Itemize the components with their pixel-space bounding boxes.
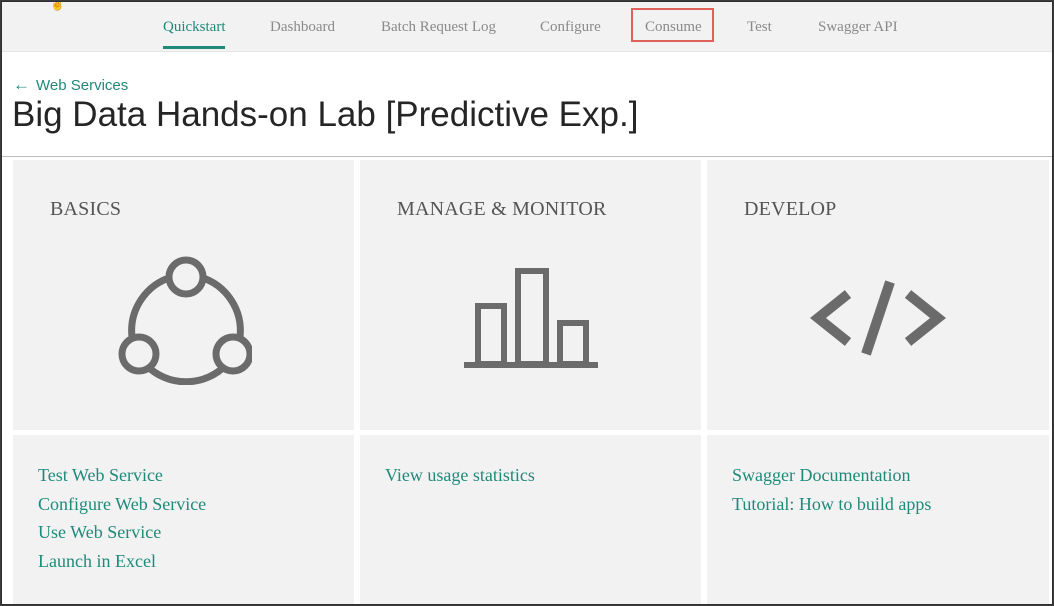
header-divider — [2, 156, 1052, 157]
mouse-cursor-icon: ☝ — [50, 1, 65, 11]
back-link-label: Web Services — [36, 77, 129, 94]
manage-monitor-tile: MANAGE & MONITOR — [360, 160, 701, 430]
tab-swagger-api[interactable]: Swagger API — [818, 19, 898, 36]
page-title: Big Data Hands-on Lab [Predictive Exp.] — [12, 95, 639, 134]
basics-links-panel: Test Web Service Configure Web Service U… — [13, 435, 354, 604]
tab-test[interactable]: Test — [747, 19, 772, 36]
tab-batch-request-log[interactable]: Batch Request Log — [381, 19, 496, 36]
consume-tab-highlight-box — [631, 8, 714, 42]
use-web-service-link[interactable]: Use Web Service — [38, 518, 206, 547]
configure-web-service-link[interactable]: Configure Web Service — [38, 490, 206, 519]
tab-dashboard[interactable]: Dashboard — [270, 19, 335, 36]
test-web-service-link[interactable]: Test Web Service — [38, 461, 206, 490]
tab-quickstart[interactable]: Quickstart — [163, 19, 225, 36]
top-navigation: ☝ Quickstart Dashboard Batch Request Log… — [2, 2, 1052, 52]
app-window: ☝ Quickstart Dashboard Batch Request Log… — [1, 1, 1053, 605]
basics-tile: BASICS — [13, 160, 354, 430]
develop-tile: DEVELOP — [707, 160, 1049, 430]
basics-link-list: Test Web Service Configure Web Service U… — [38, 461, 206, 575]
tutorial-build-apps-link[interactable]: Tutorial: How to build apps — [732, 490, 931, 519]
back-to-web-services-link[interactable]: ← Web Services — [13, 75, 128, 95]
manage-monitor-links-panel: View usage statistics — [360, 435, 701, 604]
tab-configure[interactable]: Configure — [540, 19, 601, 36]
basics-title: BASICS — [50, 198, 122, 220]
develop-link-list: Swagger Documentation Tutorial: How to b… — [732, 461, 931, 518]
bar-chart-icon — [464, 268, 598, 368]
code-icon — [810, 280, 946, 356]
develop-links-panel: Swagger Documentation Tutorial: How to b… — [707, 435, 1049, 604]
view-usage-statistics-link[interactable]: View usage statistics — [385, 461, 535, 490]
back-arrow-icon: ← — [13, 75, 30, 94]
share-icon — [118, 256, 252, 385]
active-tab-indicator — [163, 46, 225, 49]
swagger-documentation-link[interactable]: Swagger Documentation — [732, 461, 931, 490]
manage-monitor-title: MANAGE & MONITOR — [397, 198, 607, 220]
develop-title: DEVELOP — [744, 198, 837, 220]
launch-in-excel-link[interactable]: Launch in Excel — [38, 547, 206, 576]
manage-monitor-link-list: View usage statistics — [385, 461, 535, 490]
